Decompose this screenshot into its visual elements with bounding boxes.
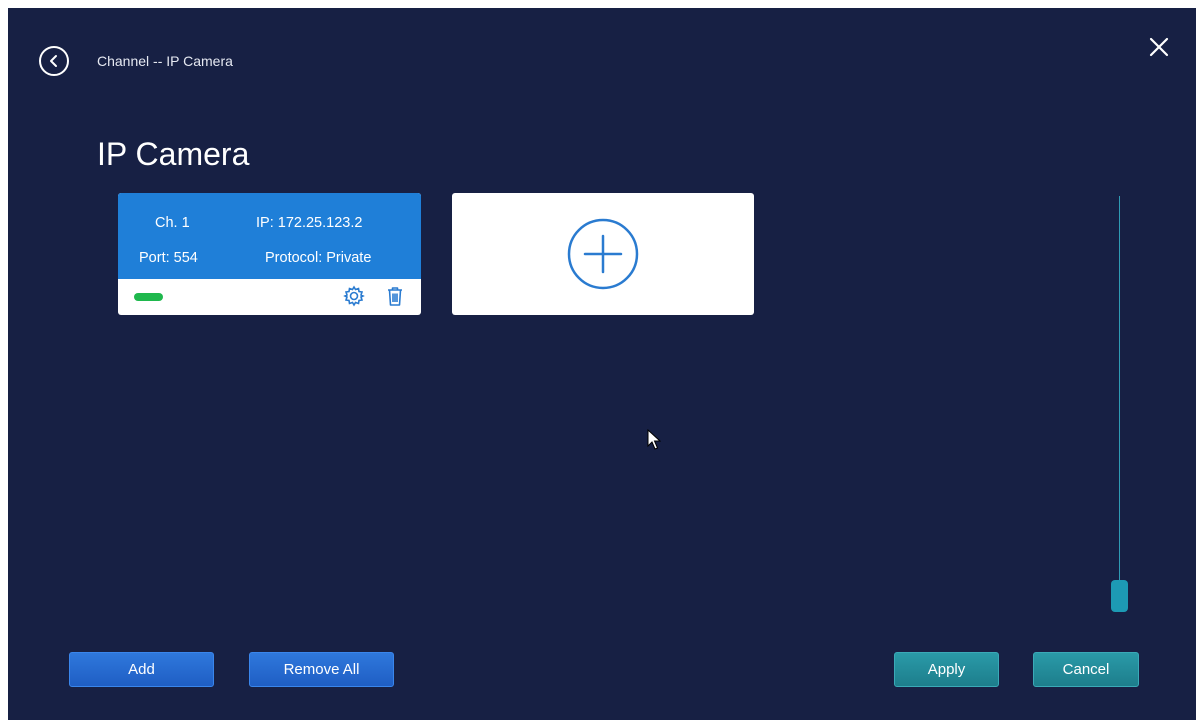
close-button[interactable]: [1146, 34, 1172, 60]
plus-circle-icon: [567, 218, 639, 290]
add-button[interactable]: Add: [69, 652, 214, 687]
camera-channel: Ch. 1: [155, 215, 190, 231]
trash-icon: [388, 287, 402, 306]
cursor-pointer-icon: [647, 429, 661, 450]
camera-settings-button[interactable]: [343, 285, 365, 307]
camera-ip: IP: 172.25.123.2: [256, 215, 363, 231]
back-arrow-icon: [50, 55, 57, 67]
back-button[interactable]: [39, 46, 69, 76]
add-camera-card[interactable]: [452, 193, 754, 315]
camera-protocol: Protocol: Private: [265, 250, 372, 266]
camera-info-panel: Ch. 1 IP: 172.25.123.2 Port: 554 Protoco…: [118, 193, 421, 279]
page-title: IP Camera: [97, 136, 250, 172]
status-indicator: [134, 293, 163, 301]
scrollbar-track[interactable]: [1119, 196, 1120, 606]
ip-camera-window: Channel -- IP Camera IP Camera Ch. 1 IP:…: [8, 8, 1196, 720]
scrollbar-thumb[interactable]: [1111, 580, 1128, 612]
camera-port: Port: 554: [139, 250, 198, 266]
gear-icon: [343, 285, 365, 307]
camera-delete-button[interactable]: [384, 285, 406, 307]
close-icon: [1149, 37, 1169, 57]
remove-all-button[interactable]: Remove All: [249, 652, 394, 687]
apply-button[interactable]: Apply: [894, 652, 999, 687]
breadcrumb: Channel -- IP Camera: [97, 53, 233, 69]
camera-card[interactable]: Ch. 1 IP: 172.25.123.2 Port: 554 Protoco…: [118, 193, 421, 315]
cancel-button[interactable]: Cancel: [1033, 652, 1139, 687]
